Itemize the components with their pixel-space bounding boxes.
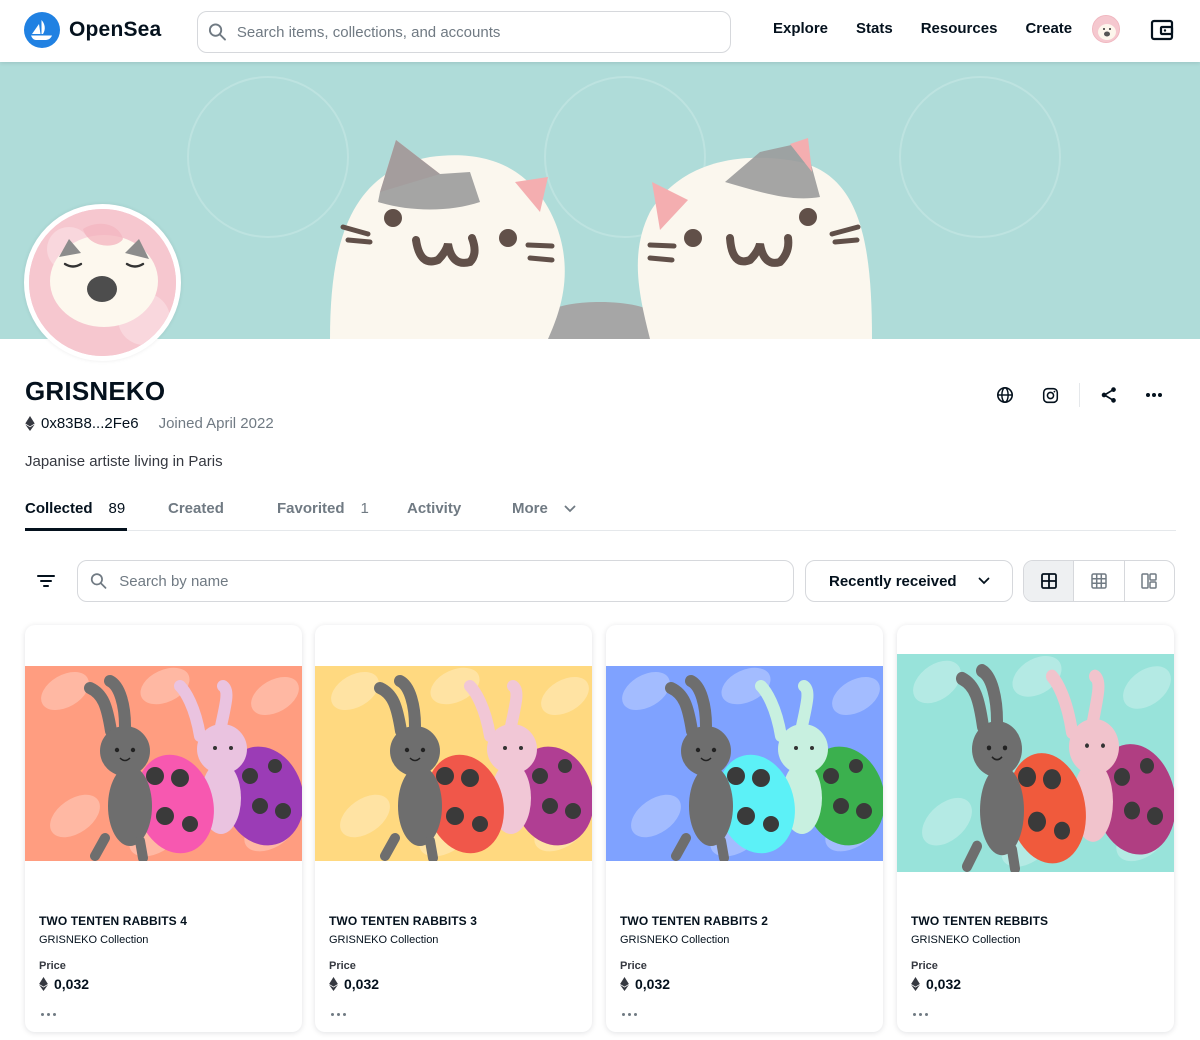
price-value: 0,032 [344, 976, 380, 992]
ethereum-icon [39, 977, 48, 991]
tab-label: Activity [407, 500, 462, 517]
mosaic-icon[interactable] [1125, 561, 1174, 601]
global-search-input[interactable] [236, 23, 730, 41]
name-search[interactable] [77, 560, 794, 602]
nft-image [315, 666, 592, 861]
nft-image [606, 666, 883, 861]
nav-explore[interactable]: Explore [773, 20, 828, 37]
ethereum-icon [911, 977, 920, 991]
nft-card[interactable]: TWO TENTEN RABBITS 2 GRISNEKO Collection… [606, 625, 883, 1032]
joined-date: Joined April 2022 [158, 415, 274, 432]
nft-price: 0,032 [911, 976, 961, 992]
search-icon [208, 23, 226, 41]
tab-created[interactable]: Created [168, 500, 224, 517]
more-icon[interactable] [41, 1010, 59, 1018]
nft-collection[interactable]: GRISNEKO Collection [39, 934, 148, 946]
nav-stats[interactable]: Stats [856, 20, 893, 37]
large-grid-icon[interactable] [1024, 561, 1075, 601]
divider [1079, 383, 1080, 407]
profile-actions [990, 380, 1169, 410]
nav-create[interactable]: Create [1025, 20, 1072, 37]
tab-count: 89 [108, 500, 126, 517]
logo-text: OpenSea [69, 18, 162, 41]
price-value: 0,032 [635, 976, 671, 992]
nft-price: 0,032 [620, 976, 670, 992]
opensea-logo-icon [24, 12, 60, 48]
tab-more[interactable]: More [512, 500, 576, 517]
price-value: 0,032 [926, 976, 962, 992]
view-toggle [1023, 560, 1175, 602]
profile-bio: Japanise artiste living in Paris [25, 453, 223, 470]
chevron-down-icon [978, 577, 990, 585]
nav-links: Explore Stats Resources Create [773, 20, 1072, 37]
price-label: Price [39, 960, 66, 972]
nft-collection[interactable]: GRISNEKO Collection [620, 934, 729, 946]
tab-label: Favorited [277, 500, 345, 517]
avatar[interactable] [1092, 15, 1120, 43]
profile-banner [0, 62, 1200, 339]
tab-activity[interactable]: Activity [407, 500, 461, 517]
nft-image [25, 666, 302, 861]
globe-icon[interactable] [990, 380, 1020, 410]
more-icon[interactable] [331, 1010, 349, 1018]
profile-avatar [24, 204, 181, 361]
tab-label: Created [168, 500, 224, 517]
tab-label: Collected [25, 500, 93, 517]
ethereum-icon [329, 977, 338, 991]
sort-selected-value: Recently received [829, 572, 957, 590]
price-value: 0,032 [54, 976, 90, 992]
nav-resources[interactable]: Resources [921, 20, 998, 37]
nft-title: TWO TENTEN REBBITS [911, 914, 1049, 928]
small-grid-icon[interactable] [1074, 561, 1125, 601]
search-icon [90, 573, 107, 589]
filter-icon[interactable] [32, 567, 60, 595]
global-search[interactable] [197, 11, 731, 53]
tab-collected[interactable]: Collected 89 [25, 500, 125, 517]
price-label: Price [620, 960, 647, 972]
profile-name: GRISNEKO [25, 376, 166, 406]
more-icon[interactable] [622, 1010, 640, 1018]
nft-collection[interactable]: GRISNEKO Collection [329, 934, 438, 946]
more-icon[interactable] [1139, 380, 1169, 410]
tab-label: More [512, 500, 548, 517]
tab-active-indicator [25, 528, 127, 531]
wallet-address[interactable]: 0x83B8...2Fe6 [41, 415, 139, 432]
ethereum-icon [620, 977, 629, 991]
share-icon[interactable] [1094, 380, 1124, 410]
more-icon[interactable] [913, 1010, 931, 1018]
profile-meta: 0x83B8...2Fe6 Joined April 2022 [25, 415, 274, 432]
tab-count: 1 [360, 500, 369, 517]
name-search-input[interactable] [119, 572, 793, 590]
logo[interactable]: OpenSea [24, 12, 161, 48]
price-label: Price [329, 960, 356, 972]
instagram-icon[interactable] [1035, 380, 1065, 410]
ethereum-icon [25, 416, 35, 431]
nft-card[interactable]: TWO TENTEN RABBITS 3 GRISNEKO Collection… [315, 625, 592, 1032]
sort-dropdown[interactable]: Recently received [805, 560, 1013, 602]
price-label: Price [911, 960, 938, 972]
profile-tabs: Collected 89 Created Favorited 1 Activit… [25, 490, 1176, 531]
chevron-down-icon [564, 505, 576, 512]
nft-price: 0,032 [39, 976, 89, 992]
top-nav: OpenSea Explore Stats Resources Create [0, 0, 1200, 62]
nft-card[interactable]: TWO TENTEN RABBITS 4 GRISNEKO Collection… [25, 625, 302, 1032]
nft-title: TWO TENTEN RABBITS 2 [620, 914, 768, 928]
nft-card[interactable]: TWO TENTEN REBBITS GRISNEKO Collection P… [897, 625, 1174, 1032]
nft-image [897, 654, 1174, 872]
tab-favorited[interactable]: Favorited 1 [277, 500, 369, 517]
wallet-icon[interactable] [1150, 18, 1174, 42]
nft-collection[interactable]: GRISNEKO Collection [911, 934, 1020, 946]
nft-price: 0,032 [329, 976, 379, 992]
nft-title: TWO TENTEN RABBITS 4 [39, 914, 187, 928]
nft-title: TWO TENTEN RABBITS 3 [329, 914, 477, 928]
